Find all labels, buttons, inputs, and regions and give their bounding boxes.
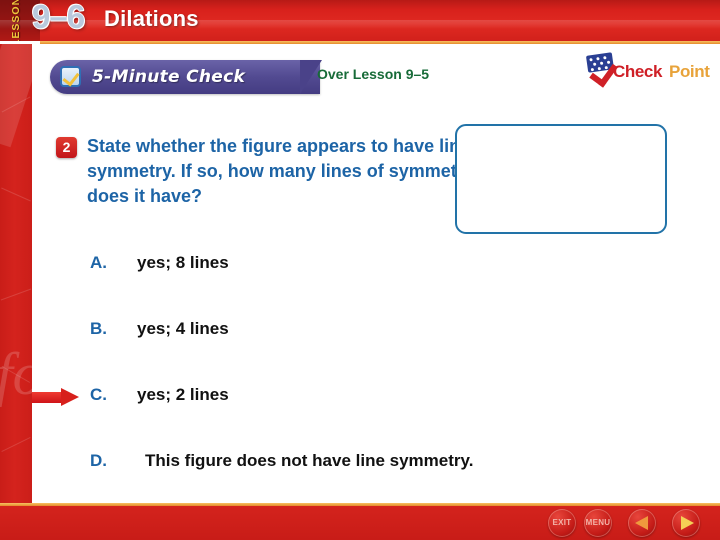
lesson-word-label: LESSON xyxy=(10,0,22,44)
choice-option-a[interactable]: A. yes; 8 lines xyxy=(90,253,670,279)
left-triangle-icon xyxy=(635,516,648,530)
menu-button-label: MENU xyxy=(585,518,611,527)
slide-content: 5-Minute Check Over Lesson 9–5 Check Poi… xyxy=(32,44,720,505)
choice-text: yes; 4 lines xyxy=(137,319,229,338)
five-minute-check-badge[interactable]: 5-Minute Check xyxy=(50,60,320,94)
over-lesson-label: Over Lesson 9–5 xyxy=(317,66,430,82)
question-number-badge: 2 xyxy=(56,137,77,158)
choice-option-c[interactable]: C. yes; 2 lines xyxy=(90,385,670,411)
checkpoint-logo: Check Point xyxy=(585,52,712,88)
figure-placeholder-box xyxy=(455,124,667,234)
strip-line xyxy=(1,437,31,452)
question-text: State whether the figure appears to have… xyxy=(87,136,474,206)
choice-letter: B. xyxy=(90,319,107,338)
choice-letter: A. xyxy=(90,253,107,272)
checkbox-check-icon xyxy=(60,66,81,87)
slide-header: LESSON 9–6 Dilations xyxy=(0,0,720,44)
lesson-number-label: 9–6 xyxy=(32,0,85,35)
choice-text: yes; 8 lines xyxy=(137,253,229,272)
right-triangle-icon xyxy=(681,516,694,530)
page-title: Dilations xyxy=(104,6,199,31)
choice-letter: C. xyxy=(90,385,107,404)
checkpoint-check-word: Check xyxy=(613,62,663,81)
answer-pointer-arrow-icon xyxy=(32,388,80,407)
strip-swoosh-shape xyxy=(0,44,32,148)
strip-ornament: fo xyxy=(0,344,32,404)
question-number-label: 2 xyxy=(62,139,71,155)
exit-button-label: EXIT xyxy=(552,518,572,527)
left-decorative-strip: fo xyxy=(0,44,32,505)
strip-line xyxy=(0,288,32,301)
slide-canvas: LESSON 9–6 Dilations fo 5-Minute Check O… xyxy=(0,0,720,540)
choice-text: This figure does not have line symmetry. xyxy=(145,451,474,470)
choice-option-d[interactable]: D. This figure does not have line symmet… xyxy=(90,451,670,477)
exit-button[interactable]: EXIT xyxy=(548,509,576,537)
next-slide-button[interactable] xyxy=(672,509,700,537)
previous-slide-button[interactable] xyxy=(628,509,656,537)
five-minute-check-label: 5-Minute Check xyxy=(92,67,246,87)
choice-letter: D. xyxy=(90,451,107,470)
checkpoint-point-word: Point xyxy=(669,62,710,81)
choice-option-b[interactable]: B. yes; 4 lines xyxy=(90,319,670,345)
strip-line xyxy=(1,187,31,202)
choice-text: yes; 2 lines xyxy=(137,385,229,404)
menu-button[interactable]: MENU xyxy=(584,509,612,537)
bottom-navigation-bar: EXIT MENU xyxy=(0,506,720,540)
